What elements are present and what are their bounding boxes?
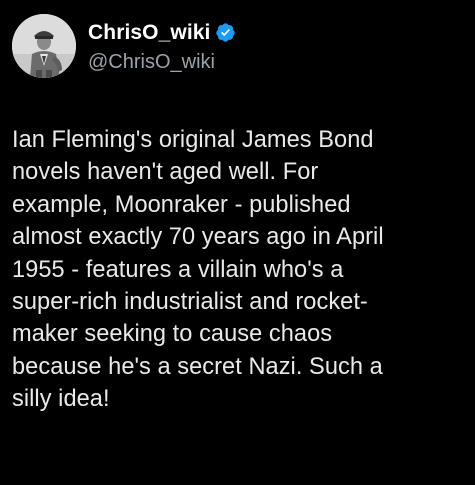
display-name[interactable]: ChrisO_wiki [88,21,210,45]
verified-badge-icon [215,22,236,43]
display-name-row: ChrisO_wiki [88,19,236,47]
author-handle[interactable]: @ChrisO_wiki [88,51,236,74]
avatar[interactable] [12,14,76,78]
tweet-header: ChrisO_wiki @ChrisO_wiki [12,14,236,78]
officer-portrait-icon [12,14,76,78]
author-names: ChrisO_wiki @ChrisO_wiki [88,19,236,74]
tweet-card: ChrisO_wiki @ChrisO_wiki Ian Fleming's o… [0,0,475,485]
tweet-text: Ian Fleming's original James Bond novels… [12,127,384,413]
